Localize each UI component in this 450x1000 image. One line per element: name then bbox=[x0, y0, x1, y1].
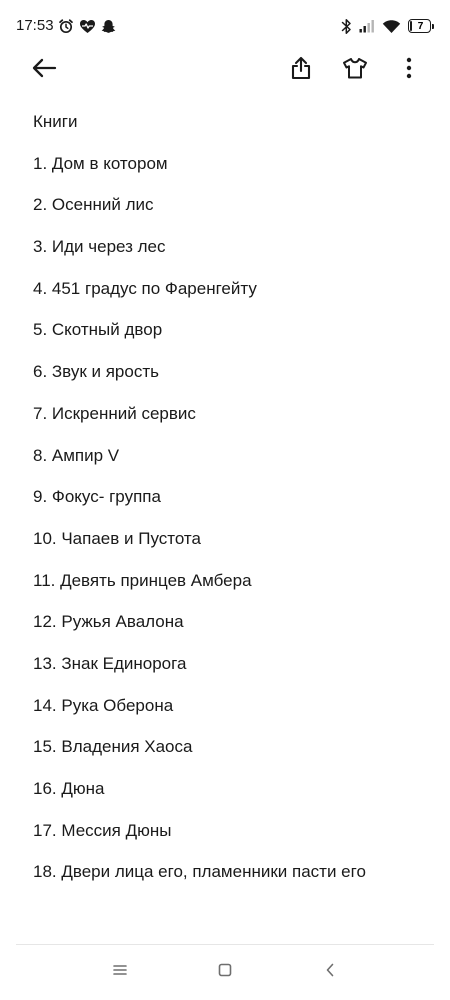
list-item[interactable]: 18. Двери лица его, пламенники пасти его bbox=[33, 860, 433, 902]
list-item[interactable]: 2. Осенний лис bbox=[33, 193, 433, 235]
list-item[interactable]: 17. Мессия Дюны bbox=[33, 819, 433, 861]
list-item[interactable]: 15. Владения Хаоса bbox=[33, 735, 433, 777]
recent-apps-button[interactable] bbox=[100, 952, 140, 992]
bluetooth-icon bbox=[341, 18, 352, 35]
list-item[interactable]: 10. Чапаев и Пустота bbox=[33, 527, 433, 569]
status-bar: 17:53 7 bbox=[0, 0, 450, 52]
theme-button[interactable] bbox=[335, 52, 375, 88]
list-item[interactable]: 4. 451 градус по Фаренгейту bbox=[33, 277, 433, 319]
cellular-signal-icon bbox=[359, 19, 375, 33]
share-icon bbox=[290, 56, 312, 85]
list-item[interactable]: 13. Знак Единорога bbox=[33, 652, 433, 694]
list-item[interactable]: 12. Ружья Авалона bbox=[33, 610, 433, 652]
more-vertical-icon bbox=[406, 57, 412, 84]
list-item[interactable]: 9. Фокус- группа bbox=[33, 485, 433, 527]
list-item[interactable]: 11. Девять принцев Амбера bbox=[33, 569, 433, 611]
nav-divider bbox=[16, 944, 434, 945]
wifi-icon bbox=[382, 19, 401, 34]
status-right-icons: 7 bbox=[341, 15, 436, 37]
list-item[interactable]: 7. Искренний сервис bbox=[33, 402, 433, 444]
note-toolbar bbox=[0, 52, 450, 88]
list-item[interactable]: 16. Дюна bbox=[33, 777, 433, 819]
heart-pulse-icon bbox=[79, 19, 96, 34]
list-item[interactable]: 1. Дом в котором bbox=[33, 152, 433, 194]
back-button[interactable] bbox=[24, 52, 64, 88]
list-item[interactable]: 6. Звук и ярость bbox=[33, 360, 433, 402]
list-item[interactable]: 8. Ампир V bbox=[33, 444, 433, 486]
battery-icon: 7 bbox=[408, 18, 436, 34]
list-item[interactable]: 5. Скотный двор bbox=[33, 318, 433, 360]
more-options-button[interactable] bbox=[389, 52, 429, 88]
theme-tshirt-icon bbox=[342, 57, 368, 84]
status-left-icons bbox=[58, 16, 116, 36]
share-button[interactable] bbox=[281, 52, 321, 88]
menu-icon bbox=[113, 963, 127, 981]
status-time: 17:53 bbox=[16, 17, 54, 34]
back-chevron-icon bbox=[325, 963, 335, 982]
home-button[interactable] bbox=[205, 952, 245, 992]
list-item[interactable]: 14. Рука Оберона bbox=[33, 694, 433, 736]
navigation-bar bbox=[0, 952, 450, 992]
system-back-button[interactable] bbox=[310, 952, 350, 992]
back-arrow-icon bbox=[31, 58, 57, 83]
note-title[interactable]: Книги bbox=[33, 110, 433, 152]
note-body[interactable]: Книги 1. Дом в котором 2. Осенний лис 3. И… bbox=[33, 110, 433, 902]
list-item[interactable]: 3. Иди через лес bbox=[33, 235, 433, 277]
alarm-icon bbox=[58, 18, 74, 34]
home-square-icon bbox=[218, 963, 232, 982]
battery-level: 7 bbox=[417, 21, 424, 32]
note-list: 1. Дом в котором 2. Осенний лис 3. Иди чер… bbox=[33, 152, 433, 902]
snapchat-ghost-icon bbox=[101, 19, 116, 34]
